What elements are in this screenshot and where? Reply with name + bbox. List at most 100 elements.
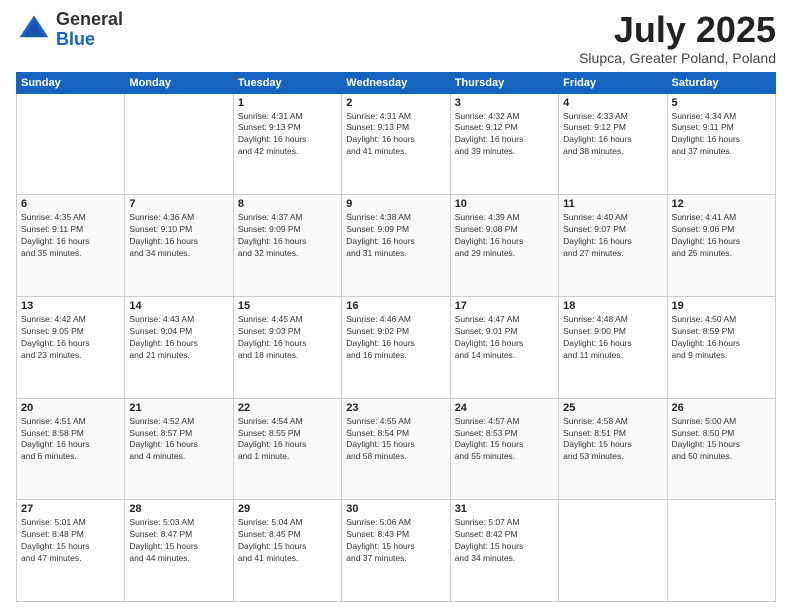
day-number: 2	[346, 97, 445, 109]
calendar-cell: 31 Sunrise: 5:07 AM Sunset: 8:42 PM Dayli…	[450, 500, 558, 602]
day-of-week-header: Wednesday	[342, 72, 450, 93]
day-of-week-header: Friday	[559, 72, 667, 93]
day-info: Sunrise: 5:01 AM Sunset: 8:48 PM Dayligh…	[21, 517, 120, 565]
day-number: 3	[455, 97, 554, 109]
day-info: Sunrise: 4:54 AM Sunset: 8:55 PM Dayligh…	[238, 416, 337, 464]
day-info: Sunrise: 4:31 AM Sunset: 9:13 PM Dayligh…	[346, 111, 445, 159]
calendar-cell: 27 Sunrise: 5:01 AM Sunset: 8:48 PM Dayli…	[17, 500, 125, 602]
day-of-week-header: Monday	[125, 72, 233, 93]
location-title: Slupca, Greater Poland, Poland	[579, 50, 776, 66]
day-number: 29	[238, 503, 337, 515]
day-info: Sunrise: 4:36 AM Sunset: 9:10 PM Dayligh…	[129, 212, 228, 260]
calendar-cell: 5 Sunrise: 4:34 AM Sunset: 9:11 PM Daylig…	[667, 93, 775, 195]
logo-icon	[16, 12, 52, 48]
day-number: 31	[455, 503, 554, 515]
day-number: 24	[455, 402, 554, 414]
calendar-cell: 22 Sunrise: 4:54 AM Sunset: 8:55 PM Dayli…	[233, 398, 341, 500]
calendar-cell: 23 Sunrise: 4:55 AM Sunset: 8:54 PM Dayli…	[342, 398, 450, 500]
calendar-cell: 14 Sunrise: 4:43 AM Sunset: 9:04 PM Dayli…	[125, 296, 233, 398]
day-number: 30	[346, 503, 445, 515]
day-info: Sunrise: 4:33 AM Sunset: 9:12 PM Dayligh…	[563, 111, 662, 159]
calendar-cell: 2 Sunrise: 4:31 AM Sunset: 9:13 PM Daylig…	[342, 93, 450, 195]
day-number: 16	[346, 300, 445, 312]
calendar-cell: 25Sunrise: 4:58 AM Sunset: 8:51 PM Dayli…	[559, 398, 667, 500]
calendar-week-row: 1 Sunrise: 4:31 AM Sunset: 9:13 PM Daylig…	[17, 93, 776, 195]
day-info: Sunrise: 4:45 AM Sunset: 9:03 PM Dayligh…	[238, 314, 337, 362]
calendar-week-row: 13Sunrise: 4:42 AM Sunset: 9:05 PM Dayli…	[17, 296, 776, 398]
day-number: 5	[672, 97, 771, 109]
day-info: Sunrise: 4:41 AM Sunset: 9:06 PM Dayligh…	[672, 212, 771, 260]
calendar-cell: 4Sunrise: 4:33 AM Sunset: 9:12 PM Daylig…	[559, 93, 667, 195]
calendar-cell: 24 Sunrise: 4:57 AM Sunset: 8:53 PM Dayli…	[450, 398, 558, 500]
day-info: Sunrise: 5:00 AM Sunset: 8:50 PM Dayligh…	[672, 416, 771, 464]
calendar-cell: 16 Sunrise: 4:46 AM Sunset: 9:02 PM Dayli…	[342, 296, 450, 398]
day-number: 21	[129, 402, 228, 414]
header-row: SundayMondayTuesdayWednesdayThursdayFrid…	[17, 72, 776, 93]
day-of-week-header: Saturday	[667, 72, 775, 93]
day-info: Sunrise: 4:46 AM Sunset: 9:02 PM Dayligh…	[346, 314, 445, 362]
day-info: Sunrise: 4:31 AM Sunset: 9:13 PM Dayligh…	[238, 111, 337, 159]
day-number: 17	[455, 300, 554, 312]
day-of-week-header: Sunday	[17, 72, 125, 93]
day-number: 28	[129, 503, 228, 515]
day-info: Sunrise: 4:37 AM Sunset: 9:09 PM Dayligh…	[238, 212, 337, 260]
day-info: Sunrise: 4:57 AM Sunset: 8:53 PM Dayligh…	[455, 416, 554, 464]
day-of-week-header: Tuesday	[233, 72, 341, 93]
calendar-cell: 21Sunrise: 4:52 AM Sunset: 8:57 PM Dayli…	[125, 398, 233, 500]
calendar-cell: 3Sunrise: 4:32 AM Sunset: 9:12 PM Daylig…	[450, 93, 558, 195]
calendar-cell	[17, 93, 125, 195]
day-number: 27	[21, 503, 120, 515]
day-info: Sunrise: 4:35 AM Sunset: 9:11 PM Dayligh…	[21, 212, 120, 260]
logo: General Blue	[16, 10, 123, 50]
calendar-cell: 13Sunrise: 4:42 AM Sunset: 9:05 PM Dayli…	[17, 296, 125, 398]
day-info: Sunrise: 4:39 AM Sunset: 9:08 PM Dayligh…	[455, 212, 554, 260]
day-info: Sunrise: 4:43 AM Sunset: 9:04 PM Dayligh…	[129, 314, 228, 362]
calendar-cell: 12 Sunrise: 4:41 AM Sunset: 9:06 PM Dayli…	[667, 195, 775, 297]
day-info: Sunrise: 5:03 AM Sunset: 8:47 PM Dayligh…	[129, 517, 228, 565]
calendar-cell: 29 Sunrise: 5:04 AM Sunset: 8:45 PM Dayli…	[233, 500, 341, 602]
calendar-cell: 15Sunrise: 4:45 AM Sunset: 9:03 PM Dayli…	[233, 296, 341, 398]
calendar-cell: 28 Sunrise: 5:03 AM Sunset: 8:47 PM Dayli…	[125, 500, 233, 602]
day-info: Sunrise: 4:55 AM Sunset: 8:54 PM Dayligh…	[346, 416, 445, 464]
month-title: July 2025	[579, 10, 776, 50]
calendar-cell	[559, 500, 667, 602]
logo-text: General Blue	[56, 10, 123, 50]
logo-general: General	[56, 9, 123, 29]
day-number: 12	[672, 198, 771, 210]
day-info: Sunrise: 4:34 AM Sunset: 9:11 PM Dayligh…	[672, 111, 771, 159]
day-of-week-header: Thursday	[450, 72, 558, 93]
day-number: 23	[346, 402, 445, 414]
calendar-cell: 9Sunrise: 4:38 AM Sunset: 9:09 PM Daylig…	[342, 195, 450, 297]
header: General Blue July 2025 Slupca, Greater P…	[16, 10, 776, 66]
day-number: 9	[346, 198, 445, 210]
calendar-cell: 11Sunrise: 4:40 AM Sunset: 9:07 PM Dayli…	[559, 195, 667, 297]
day-number: 22	[238, 402, 337, 414]
calendar-table: SundayMondayTuesdayWednesdayThursdayFrid…	[16, 72, 776, 602]
calendar-week-row: 27 Sunrise: 5:01 AM Sunset: 8:48 PM Dayli…	[17, 500, 776, 602]
day-number: 6	[21, 198, 120, 210]
title-section: July 2025 Slupca, Greater Poland, Poland	[579, 10, 776, 66]
day-info: Sunrise: 4:47 AM Sunset: 9:01 PM Dayligh…	[455, 314, 554, 362]
day-number: 10	[455, 198, 554, 210]
calendar-week-row: 6 Sunrise: 4:35 AM Sunset: 9:11 PM Daylig…	[17, 195, 776, 297]
day-info: Sunrise: 5:04 AM Sunset: 8:45 PM Dayligh…	[238, 517, 337, 565]
page: General Blue July 2025 Slupca, Greater P…	[0, 0, 792, 612]
day-info: Sunrise: 4:58 AM Sunset: 8:51 PM Dayligh…	[563, 416, 662, 464]
calendar-cell: 1 Sunrise: 4:31 AM Sunset: 9:13 PM Daylig…	[233, 93, 341, 195]
day-number: 19	[672, 300, 771, 312]
day-info: Sunrise: 4:40 AM Sunset: 9:07 PM Dayligh…	[563, 212, 662, 260]
day-info: Sunrise: 4:51 AM Sunset: 8:58 PM Dayligh…	[21, 416, 120, 464]
day-info: Sunrise: 5:06 AM Sunset: 8:43 PM Dayligh…	[346, 517, 445, 565]
day-number: 18	[563, 300, 662, 312]
day-number: 1	[238, 97, 337, 109]
calendar-cell	[667, 500, 775, 602]
day-info: Sunrise: 5:07 AM Sunset: 8:42 PM Dayligh…	[455, 517, 554, 565]
day-info: Sunrise: 4:48 AM Sunset: 9:00 PM Dayligh…	[563, 314, 662, 362]
calendar-week-row: 20Sunrise: 4:51 AM Sunset: 8:58 PM Dayli…	[17, 398, 776, 500]
calendar-cell: 26Sunrise: 5:00 AM Sunset: 8:50 PM Dayli…	[667, 398, 775, 500]
calendar-cell: 7Sunrise: 4:36 AM Sunset: 9:10 PM Daylig…	[125, 195, 233, 297]
calendar-cell: 30 Sunrise: 5:06 AM Sunset: 8:43 PM Dayli…	[342, 500, 450, 602]
day-number: 14	[129, 300, 228, 312]
calendar-cell: 8Sunrise: 4:37 AM Sunset: 9:09 PM Daylig…	[233, 195, 341, 297]
day-info: Sunrise: 4:42 AM Sunset: 9:05 PM Dayligh…	[21, 314, 120, 362]
